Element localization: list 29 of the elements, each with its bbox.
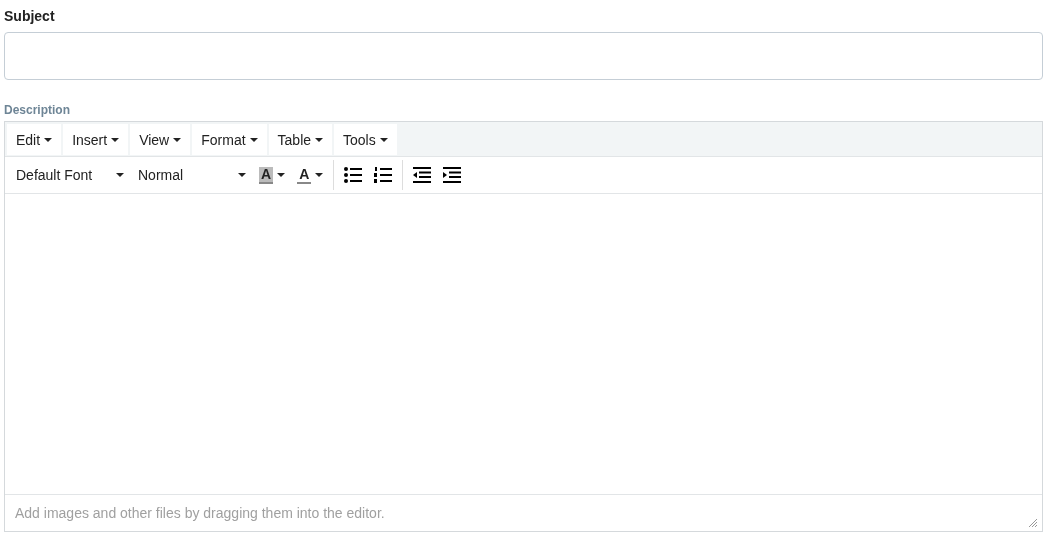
caret-icon xyxy=(315,173,324,177)
caret-icon xyxy=(44,137,53,142)
caret-icon xyxy=(315,137,324,142)
size-select[interactable]: Normal xyxy=(131,160,253,190)
subject-field[interactable] xyxy=(4,32,1043,80)
caret-icon xyxy=(277,173,286,177)
menu-item[interactable]: Insert xyxy=(63,124,129,155)
menu-item[interactable]: Format xyxy=(192,124,267,155)
font-select[interactable]: Default Font xyxy=(9,160,131,190)
numbered-list-icon xyxy=(374,167,393,183)
caret-icon xyxy=(238,173,246,177)
subject-label: Subject xyxy=(4,7,56,26)
resize-handle-icon[interactable] xyxy=(1028,518,1038,528)
menu-item[interactable]: Tools xyxy=(334,124,397,155)
menu-item[interactable]: Edit xyxy=(7,124,62,155)
outdent-icon xyxy=(413,167,432,183)
text-color-button[interactable]: A xyxy=(291,160,330,190)
caret-icon xyxy=(173,137,182,142)
caret-icon xyxy=(249,137,258,142)
menu-item[interactable]: Table xyxy=(268,124,333,155)
caret-icon xyxy=(379,137,388,142)
highlight-button[interactable]: A xyxy=(253,160,292,190)
description-label: Description xyxy=(4,102,71,118)
caret-icon xyxy=(111,137,120,142)
menu-item[interactable]: View xyxy=(130,124,191,155)
caret-icon xyxy=(116,173,124,177)
drop-hint: Add images and other files by dragging them into the editor. xyxy=(15,505,385,521)
bullet-list-icon xyxy=(344,167,363,183)
indent-icon xyxy=(443,167,462,183)
